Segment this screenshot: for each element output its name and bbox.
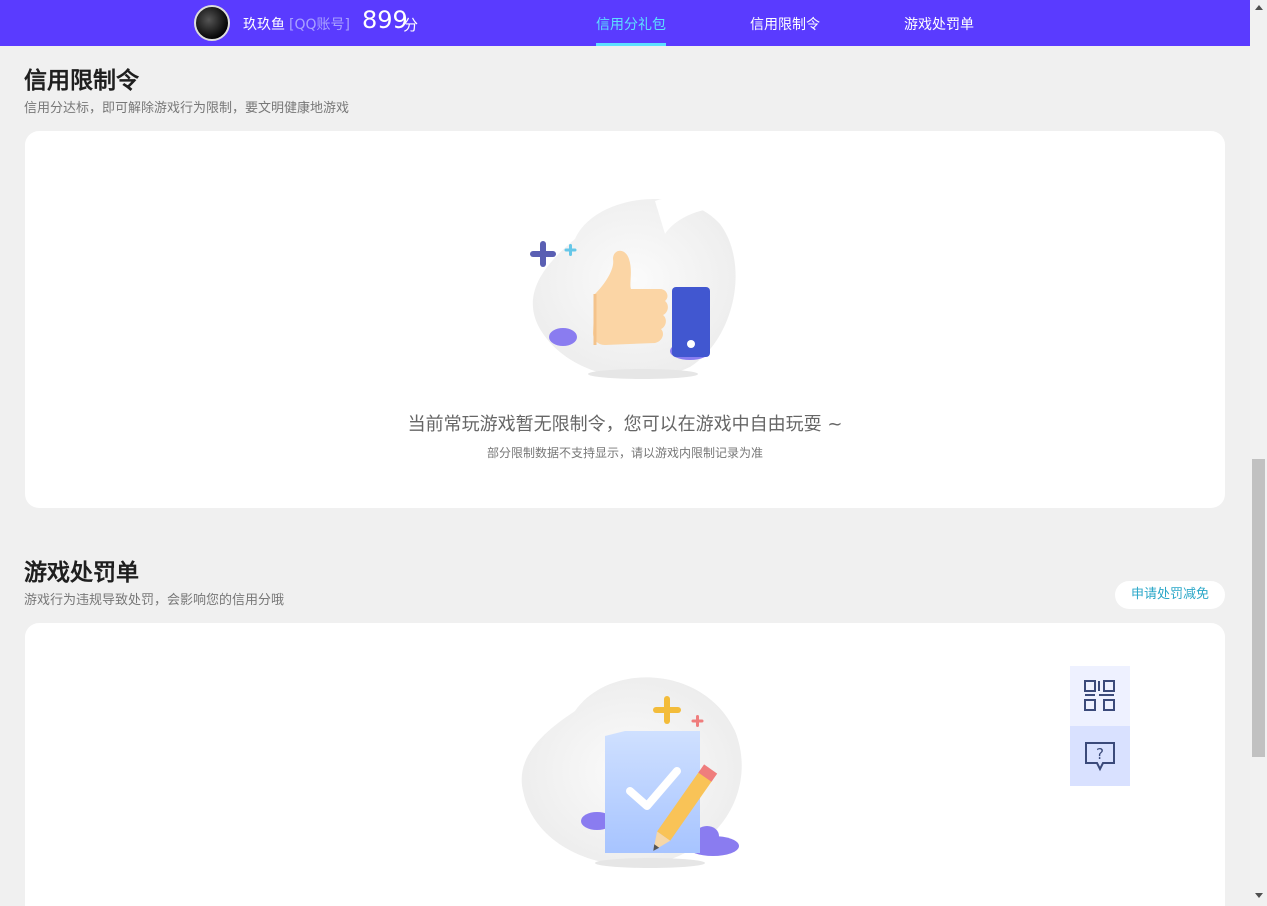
username: 玖玖鱼 — [243, 17, 285, 33]
help-chat-icon: ? — [1085, 742, 1115, 772]
restriction-card: 当前常玩游戏暂无限制令，您可以在游戏中自由玩耍 ~ 部分限制数据不支持显示，请以… — [25, 131, 1225, 508]
scrollbar-thumb[interactable] — [1252, 459, 1265, 757]
qr-code-icon — [1084, 680, 1115, 711]
help-button[interactable]: ? — [1070, 726, 1130, 786]
active-tab-underline — [596, 43, 666, 46]
penalty-section-title: 游戏处罚单 — [24, 560, 139, 586]
penalty-section-subtitle: 游戏行为违规导致处罚，会影响您的信用分哦 — [24, 593, 285, 608]
scroll-down-arrow-icon[interactable] — [1255, 893, 1263, 898]
top-bar: 玖玖鱼 [QQ账号] 899 分 信用分礼包 信用限制令 游戏处罚单 — [0, 0, 1250, 46]
restriction-empty-message: 当前常玩游戏暂无限制令，您可以在游戏中自由玩耍 ~ — [407, 414, 843, 435]
restriction-section-subtitle: 信用分达标，即可解除游戏行为限制，要文明健康地游戏 — [24, 101, 350, 116]
tab-credit-gift[interactable]: 信用分礼包 — [596, 14, 666, 34]
tab-game-penalty[interactable]: 游戏处罚单 — [904, 14, 974, 34]
qr-code-button[interactable] — [1070, 666, 1130, 726]
floating-tool-panel: ? — [1070, 666, 1130, 786]
tab-credit-restriction[interactable]: 信用限制令 — [750, 14, 820, 34]
thumbs-up-illustration-icon — [530, 197, 736, 379]
scroll-up-arrow-icon[interactable] — [1255, 5, 1263, 10]
restriction-section-title: 信用限制令 — [24, 68, 139, 94]
apply-penalty-reduction-button[interactable]: 申请处罚减免 — [1115, 581, 1225, 609]
credit-score-unit: 分 — [403, 16, 419, 34]
svg-text:?: ? — [1096, 745, 1104, 763]
credit-score: 899 — [362, 6, 408, 34]
penalty-card — [25, 623, 1225, 906]
account-type: [QQ账号] — [289, 17, 350, 33]
avatar[interactable] — [194, 5, 230, 41]
clipboard-check-illustration-icon — [521, 677, 742, 868]
vertical-scrollbar[interactable] — [1250, 0, 1267, 906]
restriction-empty-note: 部分限制数据不支持显示，请以游戏内限制记录为准 — [486, 446, 763, 460]
